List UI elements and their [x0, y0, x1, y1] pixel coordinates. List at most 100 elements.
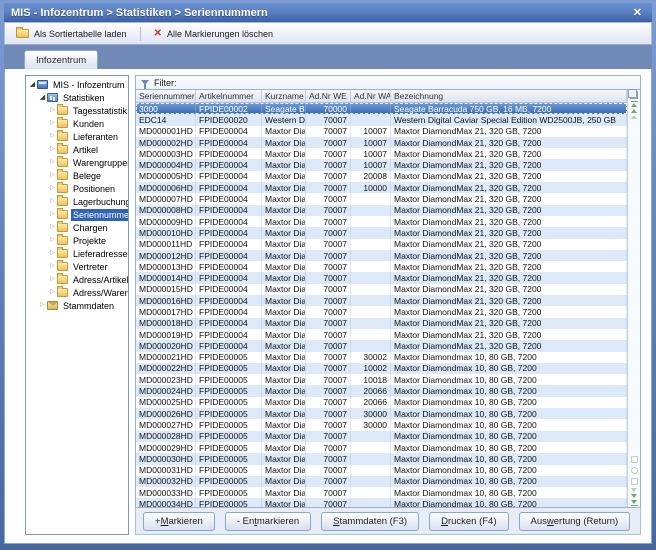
- tree-item-lieferanten[interactable]: ▷Lieferanten: [26, 130, 128, 143]
- tree-item-projekte[interactable]: ▷Projekte: [26, 234, 128, 247]
- clear-marks-button[interactable]: ✕ Alle Markierungen löschen: [147, 26, 280, 42]
- chevron-collapsed-icon[interactable]: ▷: [48, 273, 57, 286]
- table-row[interactable]: MD000004HDFPIDE00004Maxtor Dia7000710007…: [136, 159, 627, 170]
- table-row[interactable]: MD000033HDFPIDE00005Maxtor Dia70007Maxto…: [136, 487, 627, 498]
- cell: [351, 498, 391, 507]
- filter-funnel-icon[interactable]: [631, 478, 638, 485]
- table-row[interactable]: MD000023HDFPIDE00005Maxtor Dia7000710018…: [136, 374, 627, 385]
- table-row[interactable]: MD000034HDFPIDE00005Maxtor Dia70007Maxto…: [136, 498, 627, 507]
- table-row[interactable]: MD000027HDFPIDE00005Maxtor Dia7000730000…: [136, 419, 627, 430]
- column-header-kurzname[interactable]: Kurzname: [262, 90, 306, 103]
- chevron-collapsed-icon[interactable]: ▷: [48, 286, 57, 299]
- copy-icon[interactable]: [630, 91, 638, 99]
- tab-infozentrum[interactable]: Infozentrum: [24, 50, 98, 69]
- table-row[interactable]: MD000026HDFPIDE00005Maxtor Dia7000730000…: [136, 408, 627, 419]
- button-stammdaten-f3-[interactable]: Stammdaten (F3): [321, 512, 419, 531]
- table-row[interactable]: MD000006HDFPIDE00004Maxtor Dia7000710000…: [136, 182, 627, 193]
- tree-item-seriennummern[interactable]: ▷Seriennummern: [26, 208, 128, 221]
- goto-top-icon[interactable]: [631, 103, 637, 107]
- close-icon[interactable]: ✕: [630, 6, 645, 19]
- tree-item-tagesstatistik[interactable]: ▷Tagesstatistik: [26, 104, 128, 117]
- table-row[interactable]: MD000028HDFPIDE00005Maxtor Dia70007Maxto…: [136, 431, 627, 442]
- chevron-collapsed-icon[interactable]: ▷: [48, 260, 57, 273]
- button-drucken-f4-[interactable]: Drucken (F4): [429, 512, 508, 531]
- chevron-collapsed-icon[interactable]: ▷: [48, 169, 57, 182]
- chevron-expanded-icon[interactable]: ◢: [38, 91, 47, 104]
- column-header-bezeichnung[interactable]: Bezeichnung: [391, 90, 627, 103]
- table-row[interactable]: MD000016HDFPIDE00004Maxtor Dia70007Maxto…: [136, 295, 627, 306]
- button--entmarkieren[interactable]: - Entmarkieren: [225, 512, 311, 531]
- table-row[interactable]: MD000014HDFPIDE00004Maxtor Dia70007Maxto…: [136, 272, 627, 283]
- chevron-collapsed-icon[interactable]: ▷: [48, 234, 57, 247]
- table-row[interactable]: MD000001HDFPIDE00004Maxtor Dia7000710007…: [136, 126, 627, 137]
- tree-item-mis-infozentrum[interactable]: ◢MIS - Infozentrum: [26, 78, 128, 91]
- scroll-down-icon[interactable]: [631, 494, 637, 498]
- tree-item-artikel[interactable]: ▷Artikel: [26, 143, 128, 156]
- tree-item-vertreter[interactable]: ▷Vertreter: [26, 260, 128, 273]
- tree-item-lieferadressen[interactable]: ▷Lieferadressen: [26, 247, 128, 260]
- tree-item-belege[interactable]: ▷Belege: [26, 169, 128, 182]
- table-row[interactable]: MD000017HDFPIDE00004Maxtor Dia70007Maxto…: [136, 306, 627, 317]
- table-row[interactable]: MD000012HDFPIDE00004Maxtor Dia70007Maxto…: [136, 250, 627, 261]
- table-row[interactable]: MD000009HDFPIDE00004Maxtor Dia70007Maxto…: [136, 216, 627, 227]
- table-row[interactable]: MD000011HDFPIDE00004Maxtor Dia70007Maxto…: [136, 239, 627, 250]
- chevron-collapsed-icon[interactable]: ▷: [48, 221, 57, 234]
- column-header-ad-nr-wa[interactable]: Ad.Nr WA: [351, 90, 391, 103]
- table-row[interactable]: MD000031HDFPIDE00005Maxtor Dia70007Maxto…: [136, 465, 627, 476]
- chevron-collapsed-icon[interactable]: ▷: [48, 208, 57, 221]
- table-row[interactable]: MD000005HDFPIDE00004Maxtor Dia7000720008…: [136, 171, 627, 182]
- table-row[interactable]: MD000010HDFPIDE00004Maxtor Dia70007Maxto…: [136, 227, 627, 238]
- table-row[interactable]: MD000007HDFPIDE00004Maxtor Dia70007Maxto…: [136, 193, 627, 204]
- button--markieren[interactable]: + Markieren: [143, 512, 215, 531]
- scroll-up-icon[interactable]: [631, 109, 637, 113]
- chevron-collapsed-icon[interactable]: ▷: [48, 130, 57, 143]
- table-row[interactable]: MD000022HDFPIDE00005Maxtor Dia7000710002…: [136, 363, 627, 374]
- chevron-collapsed-icon[interactable]: ▷: [48, 156, 57, 169]
- tree-item-adress-warengruppen[interactable]: ▷Adress/Warengruppen: [26, 286, 128, 299]
- chevron-collapsed-icon[interactable]: ▷: [48, 104, 57, 117]
- table-row[interactable]: MD000029HDFPIDE00005Maxtor Dia70007Maxto…: [136, 442, 627, 453]
- tree-item-chargen[interactable]: ▷Chargen: [26, 221, 128, 234]
- table-row[interactable]: MD000020HDFPIDE00004Maxtor Dia70007Maxto…: [136, 340, 627, 351]
- count-icon[interactable]: [631, 456, 638, 463]
- table-row[interactable]: MD000019HDFPIDE00004Maxtor Dia70007Maxto…: [136, 329, 627, 340]
- column-header-artikelnummer[interactable]: Artikelnummer: [196, 90, 262, 103]
- chevron-expanded-icon[interactable]: ◢: [28, 78, 37, 91]
- chevron-collapsed-icon[interactable]: ▷: [48, 117, 57, 130]
- filter-row[interactable]: Filter:: [135, 75, 641, 89]
- table-row[interactable]: MD000032HDFPIDE00005Maxtor Dia70007Maxto…: [136, 476, 627, 487]
- load-sort-table-button[interactable]: Als Sortiertabelle laden: [9, 26, 134, 42]
- chevron-collapsed-icon[interactable]: ▷: [48, 195, 57, 208]
- chevron-collapsed-icon[interactable]: ▷: [38, 299, 47, 312]
- page-up-icon[interactable]: [631, 115, 637, 119]
- table-row[interactable]: MD000015HDFPIDE00004Maxtor Dia70007Maxto…: [136, 284, 627, 295]
- tree-item-positionen[interactable]: ▷Positionen: [26, 182, 128, 195]
- table-row[interactable]: MD000030HDFPIDE00005Maxtor Dia70007Maxto…: [136, 453, 627, 464]
- tree-item-lagerbuchungen[interactable]: ▷Lagerbuchungen: [26, 195, 128, 208]
- table-row[interactable]: 3000FPIDE00002Seagate Ba70000Seagate Bar…: [136, 103, 627, 114]
- tree-item-warengruppen[interactable]: ▷Warengruppen: [26, 156, 128, 169]
- table-row[interactable]: EDC14FPIDE00020Western Di70007Western Di…: [136, 114, 627, 125]
- page-down-icon[interactable]: [631, 488, 637, 492]
- search-icon[interactable]: [631, 467, 638, 474]
- column-header-seriennummer[interactable]: Seriennummer: [136, 90, 196, 103]
- table-row[interactable]: MD000018HDFPIDE00004Maxtor Dia70007Maxto…: [136, 318, 627, 329]
- chevron-collapsed-icon[interactable]: ▷: [48, 182, 57, 195]
- table-row[interactable]: MD000008HDFPIDE00004Maxtor Dia70007Maxto…: [136, 205, 627, 216]
- table-row[interactable]: MD000021HDFPIDE00005Maxtor Dia7000730002…: [136, 352, 627, 363]
- titlebar[interactable]: MIS - Infozentrum > Statistiken > Serien…: [4, 3, 652, 22]
- table-row[interactable]: MD000025HDFPIDE00005Maxtor Dia7000720066…: [136, 397, 627, 408]
- chevron-collapsed-icon[interactable]: ▷: [48, 143, 57, 156]
- tree-item-statistiken[interactable]: ◢Statistiken: [26, 91, 128, 104]
- button-auswertung-return-[interactable]: Auswertung (Return): [519, 512, 631, 531]
- table-row[interactable]: MD000013HDFPIDE00004Maxtor Dia70007Maxto…: [136, 261, 627, 272]
- goto-bottom-icon[interactable]: [631, 500, 637, 504]
- table-row[interactable]: MD000003HDFPIDE00004Maxtor Dia7000710007…: [136, 148, 627, 159]
- table-row[interactable]: MD000024HDFPIDE00005Maxtor Dia7000720066…: [136, 385, 627, 396]
- tree-item-stammdaten[interactable]: ▷Stammdaten: [26, 299, 128, 312]
- column-header-ad-nr-we[interactable]: Ad.Nr WE: [306, 90, 351, 103]
- table-row[interactable]: MD000002HDFPIDE00004Maxtor Dia7000710007…: [136, 137, 627, 148]
- tree-item-kunden[interactable]: ▷Kunden: [26, 117, 128, 130]
- chevron-collapsed-icon[interactable]: ▷: [48, 247, 57, 260]
- tree-item-adress-artikel[interactable]: ▷Adress/Artikel: [26, 273, 128, 286]
